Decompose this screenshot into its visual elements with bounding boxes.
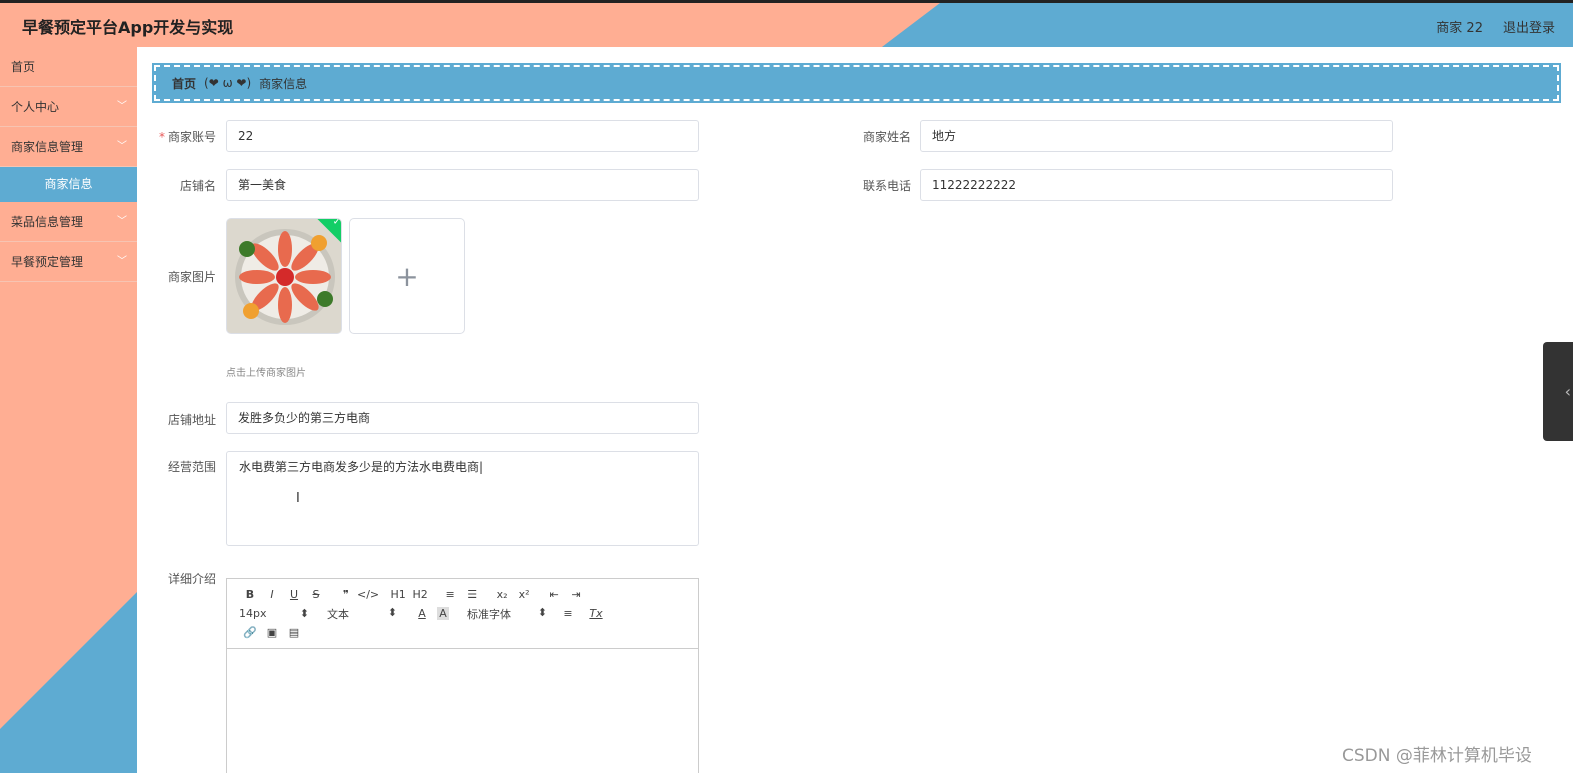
- plus-icon: +: [395, 259, 419, 293]
- chevron-down-icon: ﹀: [117, 256, 127, 267]
- sidebar-item-merchant-manage[interactable]: 商家信息管理 ﹀: [0, 127, 137, 167]
- font-size-value: 14px: [239, 607, 267, 620]
- app-title: 早餐预定平台App开发与实现: [22, 18, 234, 37]
- sidebar-subitem-merchant-info[interactable]: 商家信息: [0, 167, 137, 202]
- underline-button[interactable]: U: [283, 588, 305, 601]
- italic-button[interactable]: I: [261, 588, 283, 601]
- chevron-left-icon: ‹: [1564, 382, 1571, 401]
- csdn-watermark: CSDN @菲林计算机毕设: [1342, 746, 1532, 766]
- shop-label: 店铺名: [179, 179, 216, 193]
- header-salmon-band: [0, 3, 940, 47]
- detail-label: 详细介绍: [167, 572, 216, 586]
- sidebar-item-label: 商家信息管理: [11, 140, 84, 154]
- strike-button[interactable]: S: [305, 588, 327, 601]
- account-input[interactable]: 22: [226, 120, 699, 152]
- phone-input[interactable]: 11222222222: [920, 169, 1393, 201]
- indent-button[interactable]: ⇥: [565, 588, 587, 601]
- chevron-down-icon: ﹀: [117, 141, 127, 152]
- font-color-button[interactable]: A: [411, 607, 433, 620]
- clear-format-button[interactable]: Tx: [585, 607, 607, 620]
- font-family-value: 标准字体: [467, 607, 511, 621]
- select-arrow-icon: ⬍: [299, 607, 309, 620]
- top-header: 早餐预定平台App开发与实现 商家 22 退出登录: [0, 0, 1573, 47]
- chevron-down-icon: ﹀: [117, 101, 127, 112]
- rich-text-editor[interactable]: B I U S ❞ </> H1 H2 ≡ ☰ x₂ x² ⇤ ⇥ 14px ⬍ …: [226, 578, 699, 773]
- name-input[interactable]: 地方: [920, 120, 1393, 152]
- header-user-area: 商家 22 退出登录: [1436, 17, 1555, 36]
- chevron-down-icon: ﹀: [117, 216, 127, 227]
- breadcrumb: 首页 (❤ ω ❤) 商家信息: [152, 63, 1561, 103]
- subscript-button[interactable]: x₂: [491, 588, 513, 601]
- font-size-select[interactable]: 14px ⬍: [239, 607, 309, 620]
- sidebar-item-label: 首页: [11, 60, 36, 74]
- select-arrow-icon: ⬍: [387, 605, 397, 619]
- phone-label: 联系电话: [862, 179, 911, 193]
- outdent-button[interactable]: ⇤: [543, 588, 565, 601]
- bullet-list-button[interactable]: ☰: [461, 588, 483, 601]
- quote-button[interactable]: ❞: [335, 588, 357, 601]
- name-label: 商家姓名: [862, 130, 911, 144]
- uploaded-image[interactable]: ✓: [226, 218, 342, 334]
- sidebar-item-breakfast-order[interactable]: 早餐预定管理 ﹀: [0, 242, 137, 282]
- check-icon: ✓: [332, 218, 341, 228]
- code-button[interactable]: </>: [357, 588, 379, 601]
- breadcrumb-current: 商家信息: [259, 76, 308, 91]
- align-button[interactable]: ≡: [557, 607, 579, 620]
- background-color-button[interactable]: A: [437, 607, 449, 620]
- breadcrumb-separator: (❤ ω ❤): [204, 76, 252, 90]
- fruit-plate-image: [227, 219, 341, 333]
- h2-button[interactable]: H2: [409, 588, 431, 601]
- breadcrumb-home[interactable]: 首页: [172, 75, 196, 92]
- current-user[interactable]: 商家 22: [1436, 17, 1483, 36]
- text-cursor-icon: I: [296, 491, 300, 506]
- account-label: * 商家账号: [158, 130, 216, 144]
- sidebar-item-label: 菜品信息管理: [11, 215, 84, 229]
- side-panel-toggle[interactable]: ‹: [1543, 342, 1573, 441]
- editor-toolbar: B I U S ❞ </> H1 H2 ≡ ☰ x₂ x² ⇤ ⇥ 14px ⬍ …: [227, 579, 698, 649]
- address-label: 店铺地址: [167, 413, 216, 427]
- image-label: 商家图片: [167, 270, 216, 284]
- shop-input[interactable]: 第一美食: [226, 169, 699, 201]
- sidebar-item-home[interactable]: 首页: [0, 47, 137, 87]
- logout-link[interactable]: 退出登录: [1503, 17, 1555, 36]
- sidebar-item-label: 个人中心: [11, 100, 60, 114]
- video-icon[interactable]: ▤: [283, 626, 305, 639]
- superscript-button[interactable]: x²: [513, 588, 535, 601]
- scope-label: 经营范围: [167, 460, 216, 474]
- image-icon[interactable]: ▣: [261, 626, 283, 639]
- sidebar-item-dish-manage[interactable]: 菜品信息管理 ﹀: [0, 202, 137, 242]
- sidebar: 首页 个人中心 ﹀ 商家信息管理 ﹀ 商家信息 菜品信息管理 ﹀ 早餐预定管理 …: [0, 47, 137, 773]
- select-arrow-icon: ⬍: [537, 605, 547, 619]
- bold-button[interactable]: B: [239, 588, 261, 601]
- sidebar-item-profile[interactable]: 个人中心 ﹀: [0, 87, 137, 127]
- upload-hint: 点击上传商家图片: [226, 368, 306, 379]
- address-input[interactable]: 发胜多负少的第三方电商: [226, 402, 699, 434]
- font-family-select[interactable]: 标准字体 ⬍: [467, 606, 547, 622]
- ordered-list-button[interactable]: ≡: [439, 588, 461, 601]
- text-style-select[interactable]: 文本 ⬍: [327, 606, 397, 622]
- upload-add-button[interactable]: +: [349, 218, 465, 334]
- sidebar-item-label: 早餐预定管理: [11, 255, 84, 269]
- h1-button[interactable]: H1: [387, 588, 409, 601]
- text-style-value: 文本: [327, 607, 349, 621]
- link-icon[interactable]: 🔗: [239, 626, 261, 639]
